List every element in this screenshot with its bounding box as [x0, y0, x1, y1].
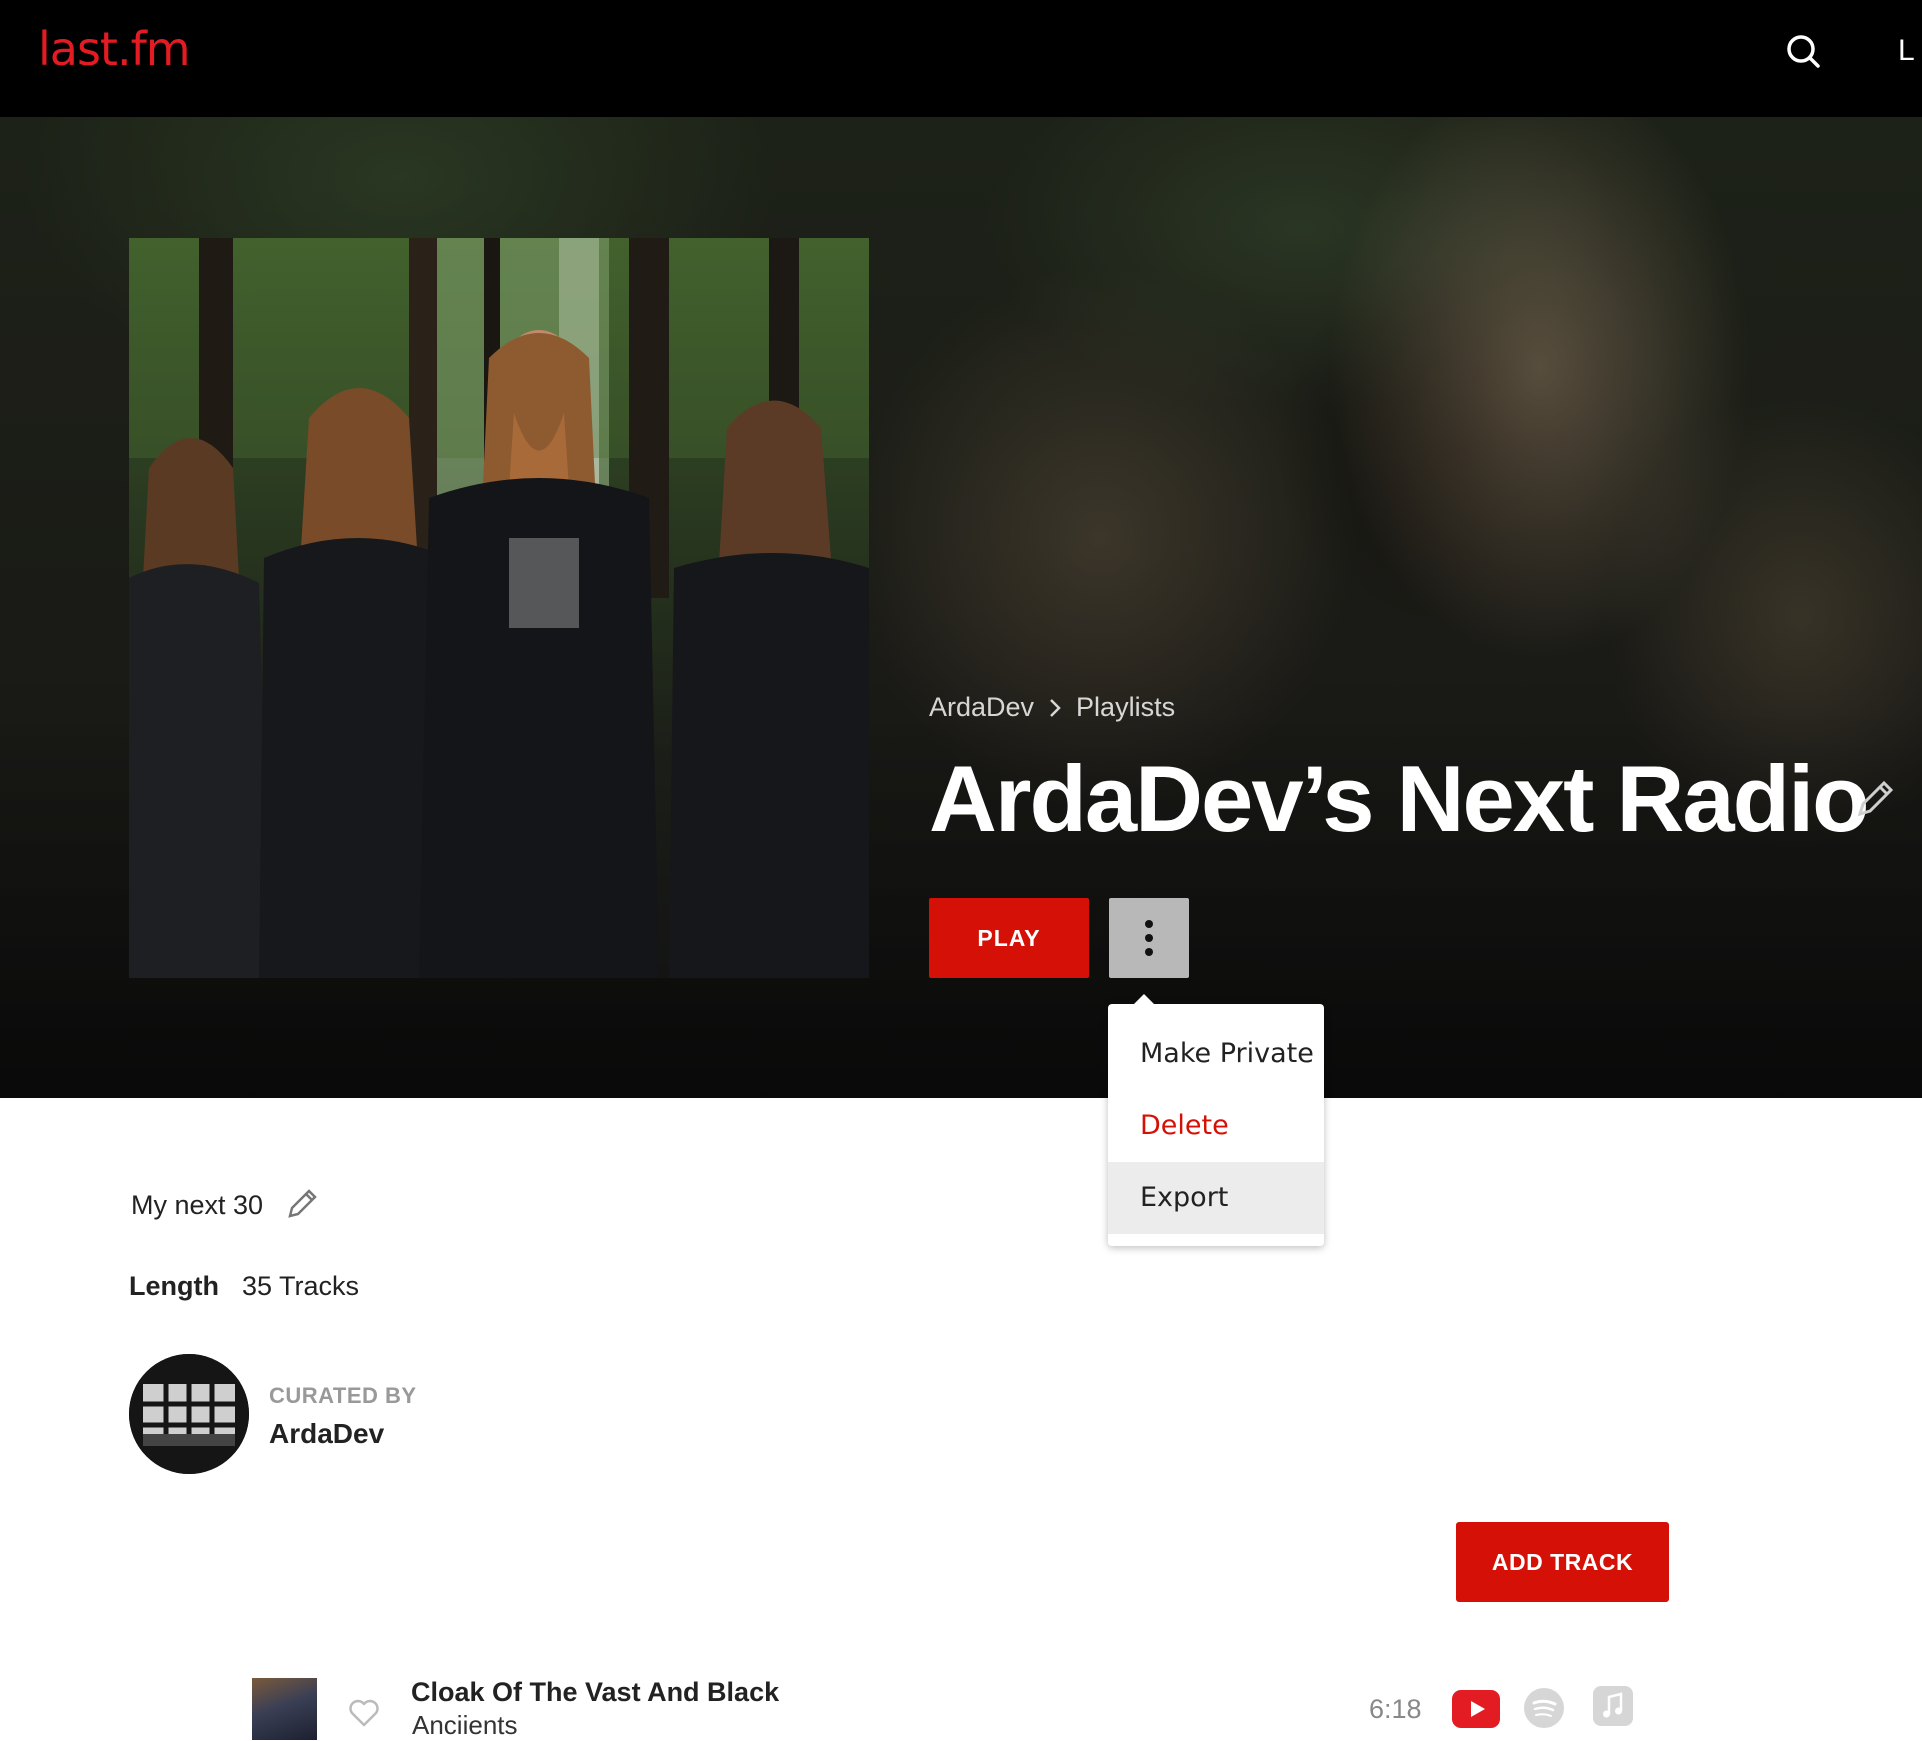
youtube-icon[interactable]	[1452, 1690, 1500, 1728]
pencil-icon[interactable]	[1852, 776, 1898, 822]
header-nav-cut-text[interactable]: L	[1898, 34, 1915, 68]
menu-pointer	[1132, 994, 1156, 1006]
menu-item-make-private[interactable]: Make Private	[1108, 1018, 1324, 1090]
track-duration: 6:18	[1369, 1694, 1422, 1724]
playlist-description: My next 30	[131, 1190, 264, 1220]
heart-outline-icon[interactable]	[347, 1696, 381, 1730]
site-header: last.fm L	[0, 0, 1922, 117]
length-label: Length	[129, 1271, 219, 1301]
playlist-cover-image	[129, 238, 869, 978]
add-track-button[interactable]: ADD TRACK	[1456, 1522, 1669, 1602]
search-icon[interactable]	[1782, 30, 1826, 74]
track-name-link[interactable]: Cloak Of The Vast And Black	[411, 1677, 779, 1708]
avatar[interactable]	[129, 1354, 249, 1474]
table-row: Cloak Of The Vast And Black Anciients 6:…	[0, 1660, 1922, 1740]
vertical-dots-icon	[1145, 920, 1153, 928]
apple-music-icon[interactable]	[1593, 1686, 1633, 1726]
breadcrumb-playlists-link[interactable]: Playlists	[1076, 692, 1175, 723]
chevron-right-icon	[1050, 698, 1061, 717]
track-album-art[interactable]	[252, 1678, 317, 1740]
more-options-menu: Make Private Delete Export	[1108, 994, 1324, 1246]
breadcrumb: ArdaDev Playlists	[929, 692, 1175, 723]
curated-by-label: CURATED BY	[269, 1383, 417, 1408]
length-value: 35 Tracks	[242, 1271, 360, 1301]
spotify-icon[interactable]	[1524, 1688, 1564, 1728]
playlist-title: ArdaDev’s Next Radio	[929, 746, 1870, 851]
play-button[interactable]: PLAY	[929, 898, 1089, 978]
vertical-dots-icon-dot	[1145, 948, 1153, 956]
curator-name-link[interactable]: ArdaDev	[269, 1418, 384, 1450]
playlist-hero: ArdaDev Playlists ArdaDev’s Next Radio P…	[0, 117, 1922, 1098]
menu-item-export[interactable]: Export	[1108, 1162, 1324, 1234]
track-artist-link[interactable]: Anciients	[412, 1710, 518, 1741]
breadcrumb-user-link[interactable]: ArdaDev	[929, 692, 1034, 723]
pencil-icon[interactable]	[284, 1186, 320, 1222]
menu-item-delete[interactable]: Delete	[1108, 1090, 1324, 1162]
more-options-button[interactable]	[1109, 898, 1189, 978]
lastfm-logo[interactable]: last.fm	[38, 22, 191, 76]
vertical-dots-icon-dot	[1145, 934, 1153, 942]
